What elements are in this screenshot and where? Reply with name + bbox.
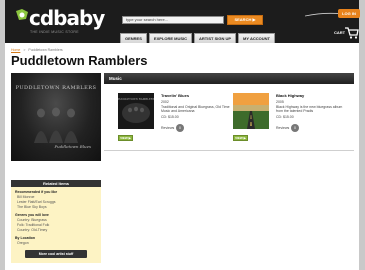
page-title: Puddletown Ramblers xyxy=(11,53,148,68)
sidebar-link-oregon[interactable]: Oregon xyxy=(11,241,101,246)
nav-tab-explore-music[interactable]: EXPLORE MUSIC xyxy=(148,33,193,43)
album-price: CD: $15.00 xyxy=(276,115,294,119)
logo-wordmark: cdbaby xyxy=(29,6,105,30)
artist-photo-signature: Puddletown Blues xyxy=(54,144,91,149)
album-cover-art-icon xyxy=(233,93,269,129)
nav-tab-my-account[interactable]: MY ACCOUNT xyxy=(238,33,275,43)
cart-link[interactable]: CART xyxy=(334,27,360,39)
album-reviews-label[interactable]: Reviews xyxy=(161,126,174,130)
cart-label: CART xyxy=(334,30,346,35)
search-button[interactable]: SEARCH ▶ xyxy=(227,15,263,25)
album-year: 2005 xyxy=(276,100,284,104)
site-header: cdbaby THE INDIE MUSIC STORE type your s… xyxy=(5,0,360,43)
album-cover[interactable] xyxy=(233,93,269,129)
review-count-badge: 0 xyxy=(176,124,184,132)
logo-tagline: THE INDIE MUSIC STORE xyxy=(30,30,79,34)
album-cover[interactable]: PUDDLETOWN RAMBLERS xyxy=(118,93,154,129)
related-items-header: Related Items xyxy=(11,180,101,187)
sidebar-section-title: By Location xyxy=(15,236,36,240)
review-count-badge: 0 xyxy=(291,124,299,132)
breadcrumb-home-link[interactable]: Home xyxy=(11,48,20,52)
sidebar-section-title: Genres you will love xyxy=(15,213,49,217)
more-artist-stuff-button[interactable]: More cool artist stuff xyxy=(25,250,87,258)
album-price: CD: $15.00 xyxy=(161,115,179,119)
album-title[interactable]: Black Highway xyxy=(276,93,304,98)
nav-tab-genres[interactable]: GENRES xyxy=(120,33,147,43)
breadcrumb-separator: > xyxy=(23,48,26,52)
artist-photo-caption: PUDDLETOWN RAMBLERS xyxy=(15,85,97,91)
breadcrumb-current: Puddletown Ramblers xyxy=(28,48,63,52)
artist-photo: PUDDLETOWN RAMBLERS Puddletown Blues xyxy=(11,73,101,161)
album-description: Traditional and Original Bluegrass, Old … xyxy=(161,105,230,114)
nav-tab-artist-sign-up[interactable]: ARTIST SIGN UP xyxy=(194,33,237,43)
album-title[interactable]: Travelin' Blues xyxy=(161,93,189,98)
album-reviews-label[interactable]: Reviews xyxy=(276,126,289,130)
login-button[interactable]: LOG IN xyxy=(338,9,360,18)
view-album-button[interactable]: VIEW ▶ xyxy=(118,135,133,141)
album-description: Black Highway is the new bluegrass album… xyxy=(276,105,343,114)
related-items-panel: Related Items Recommended if you like Bi… xyxy=(11,180,101,263)
album-year: 2002 xyxy=(161,100,169,104)
cdbaby-logo[interactable]: cdbaby THE INDIE MUSIC STORE xyxy=(15,6,105,38)
band-silhouette-icon xyxy=(34,107,78,143)
album-cover-art-icon: PUDDLETOWN RAMBLERS xyxy=(118,93,154,129)
svg-text:PUDDLETOWN RAMBLERS: PUDDLETOWN RAMBLERS xyxy=(118,97,154,101)
logo-mark-icon xyxy=(16,9,28,20)
page-gutter-right xyxy=(359,0,365,270)
cart-icon xyxy=(345,27,359,39)
music-section-header: Music xyxy=(104,73,354,84)
search-input[interactable]: type your search here... xyxy=(122,16,224,24)
music-divider xyxy=(104,150,354,151)
sidebar-section-title: Recommended if you like xyxy=(15,190,58,194)
breadcrumb: Home > Puddletown Ramblers xyxy=(11,48,63,52)
view-album-button[interactable]: VIEW ▶ xyxy=(233,135,248,141)
main-nav: GENRES EXPLORE MUSIC ARTIST SIGN UP MY A… xyxy=(120,33,275,43)
